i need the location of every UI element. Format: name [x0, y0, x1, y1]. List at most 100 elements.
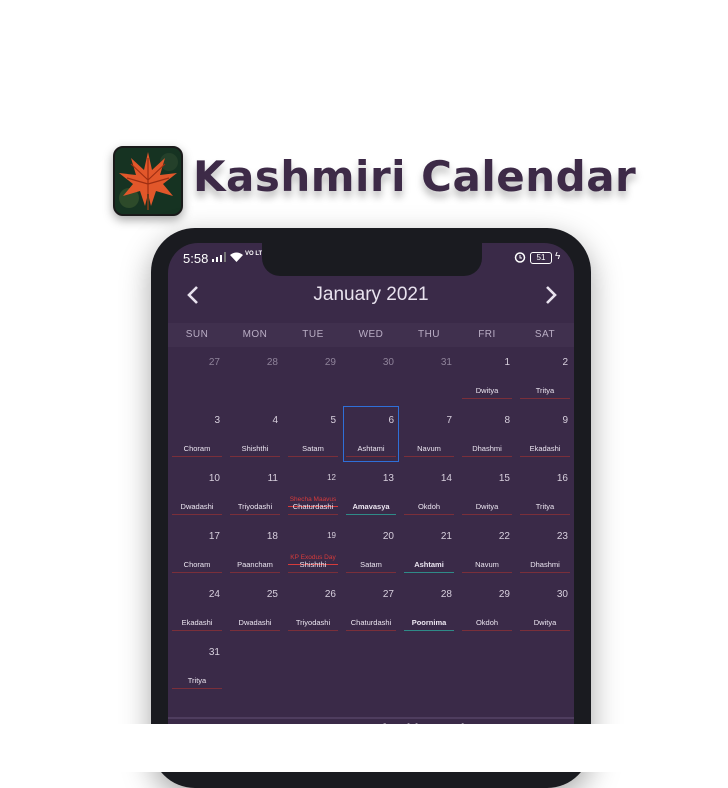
weekday-label: SAT: [534, 329, 556, 340]
calendar-day-cell[interactable]: 30: [342, 347, 400, 405]
tithi-label: Satam: [288, 444, 338, 457]
tithi-label: Tritya: [520, 386, 570, 399]
day-number: 18: [266, 531, 278, 542]
day-number: 21: [440, 531, 452, 542]
calendar-day-cell[interactable]: 16 Tritya: [516, 463, 574, 521]
day-number: 4: [272, 415, 278, 426]
charging-icon: ϟ: [555, 251, 561, 262]
day-number: 27: [208, 357, 220, 368]
tithi-label: Choram: [172, 444, 222, 457]
calendar-day-cell[interactable]: 15 Dwitya: [458, 463, 516, 521]
tithi-label: Ekadashi: [520, 444, 570, 457]
tithi-label: Tritya: [520, 502, 570, 515]
calendar-day-cell[interactable]: 2 Tritya: [516, 347, 574, 405]
calendar-day-cell[interactable]: 20 Satam: [342, 521, 400, 579]
day-number: 19: [327, 531, 336, 540]
day-number: 20: [382, 531, 394, 542]
calendar-day-cell[interactable]: 31: [400, 347, 458, 405]
day-number: 23: [556, 531, 568, 542]
status-time: 5:58: [183, 251, 209, 266]
chevron-right-icon[interactable]: [538, 283, 562, 307]
calendar-day-cell[interactable]: 12 Shecha Maavus Chaturdashi: [284, 463, 342, 521]
tithi-label: Dwitya: [462, 386, 512, 399]
tithi-label: Choram: [172, 560, 222, 573]
tithi-label: Chaturdashi: [346, 618, 396, 631]
day-number: 31: [440, 357, 452, 368]
calendar-day-cell[interactable]: 31 Tritya: [168, 637, 226, 695]
weekday-label: TUE: [302, 329, 324, 340]
day-number: 29: [324, 357, 336, 368]
day-number: 16: [556, 473, 568, 484]
calendar-day-cell[interactable]: 5 Satam: [284, 405, 342, 463]
calendar-day-cell[interactable]: 28: [226, 347, 284, 405]
tithi-label: Poornima: [404, 618, 454, 631]
wifi-icon: [230, 252, 243, 262]
calendar-day-cell[interactable]: 3 Choram: [168, 405, 226, 463]
calendar-day-cell[interactable]: 18 Paancham: [226, 521, 284, 579]
tithi-label: Ashtami: [404, 560, 454, 573]
calendar-day-cell[interactable]: 21 Ashtami: [400, 521, 458, 579]
tithi-label: Chaturdashi: [288, 502, 338, 515]
day-number: 22: [498, 531, 510, 542]
day-number: 15: [498, 473, 510, 484]
app-title: Kashmiri Calendar: [193, 152, 637, 201]
day-number: 30: [382, 357, 394, 368]
day-number: 2: [562, 357, 568, 368]
tithi-label: Amavasya: [346, 502, 396, 515]
day-number: 17: [208, 531, 220, 542]
calendar-day-cell[interactable]: 27 Chaturdashi: [342, 579, 400, 637]
day-number: 1: [504, 357, 510, 368]
app-icon: [113, 146, 183, 216]
calendar-day-cell[interactable]: 7 Navum: [400, 405, 458, 463]
calendar-day-cell[interactable]: 4 Shishthi: [226, 405, 284, 463]
tithi-label: Dwitya: [520, 618, 570, 631]
calendar-day-cell[interactable]: 9 Ekadashi: [516, 405, 574, 463]
calendar-day-cell[interactable]: 19 KP Exodus Day Shishthi: [284, 521, 342, 579]
calendar-day-cell[interactable]: 28 Poornima: [400, 579, 458, 637]
tithi-label: Ashtami: [346, 444, 396, 457]
tithi-label: Dwadashi: [172, 502, 222, 515]
calendar-day-cell[interactable]: 8 Dhashmi: [458, 405, 516, 463]
tithi-label: Satam: [346, 560, 396, 573]
calendar-day-cell[interactable]: 23 Dhashmi: [516, 521, 574, 579]
tithi-label: Tritya: [172, 676, 222, 689]
calendar-day-cell[interactable]: 29: [284, 347, 342, 405]
chinar-leaf-icon: [115, 148, 181, 214]
calendar-day-cell[interactable]: 6 Ashtami: [342, 405, 400, 463]
calendar-day-cell[interactable]: 26 Triyodashi: [284, 579, 342, 637]
page-fade: [0, 724, 728, 772]
tithi-label: Navum: [404, 444, 454, 457]
calendar-day-cell[interactable]: 25 Dwadashi: [226, 579, 284, 637]
calendar-day-cell[interactable]: 14 Okdoh: [400, 463, 458, 521]
month-header: January 2021: [168, 273, 574, 317]
calendar-day-cell[interactable]: 29 Okdoh: [458, 579, 516, 637]
tithi-label: Paancham: [230, 560, 280, 573]
day-number: 29: [498, 589, 510, 600]
day-number: 3: [214, 415, 220, 426]
calendar-day-cell[interactable]: 10 Dwadashi: [168, 463, 226, 521]
day-number: 26: [324, 589, 336, 600]
alarm-icon: [514, 252, 526, 263]
battery-indicator: 51: [530, 252, 552, 264]
day-number: 7: [446, 415, 452, 426]
day-number: 14: [440, 473, 452, 484]
day-number: 10: [208, 473, 220, 484]
weekday-label: THU: [417, 329, 441, 340]
tithi-label: Dhashmi: [520, 560, 570, 573]
calendar-day-cell[interactable]: 27: [168, 347, 226, 405]
calendar-day-cell[interactable]: 24 Ekadashi: [168, 579, 226, 637]
tithi-label: Dhashmi: [462, 444, 512, 457]
month-title: January 2021: [313, 284, 429, 305]
tithi-label: Dwadashi: [230, 618, 280, 631]
calendar-day-cell[interactable]: 11 Triyodashi: [226, 463, 284, 521]
calendar-day-cell[interactable]: 17 Choram: [168, 521, 226, 579]
weekday-label: FRI: [478, 329, 496, 340]
day-number: 9: [562, 415, 568, 426]
tithi-label: Navum: [462, 560, 512, 573]
calendar-day-cell[interactable]: 13 Amavasya: [342, 463, 400, 521]
tithi-label: Okdoh: [462, 618, 512, 631]
calendar-day-cell[interactable]: 1 Dwitya: [458, 347, 516, 405]
calendar-day-cell[interactable]: 22 Navum: [458, 521, 516, 579]
calendar-day-cell[interactable]: 30 Dwitya: [516, 579, 574, 637]
divider: [168, 717, 574, 719]
